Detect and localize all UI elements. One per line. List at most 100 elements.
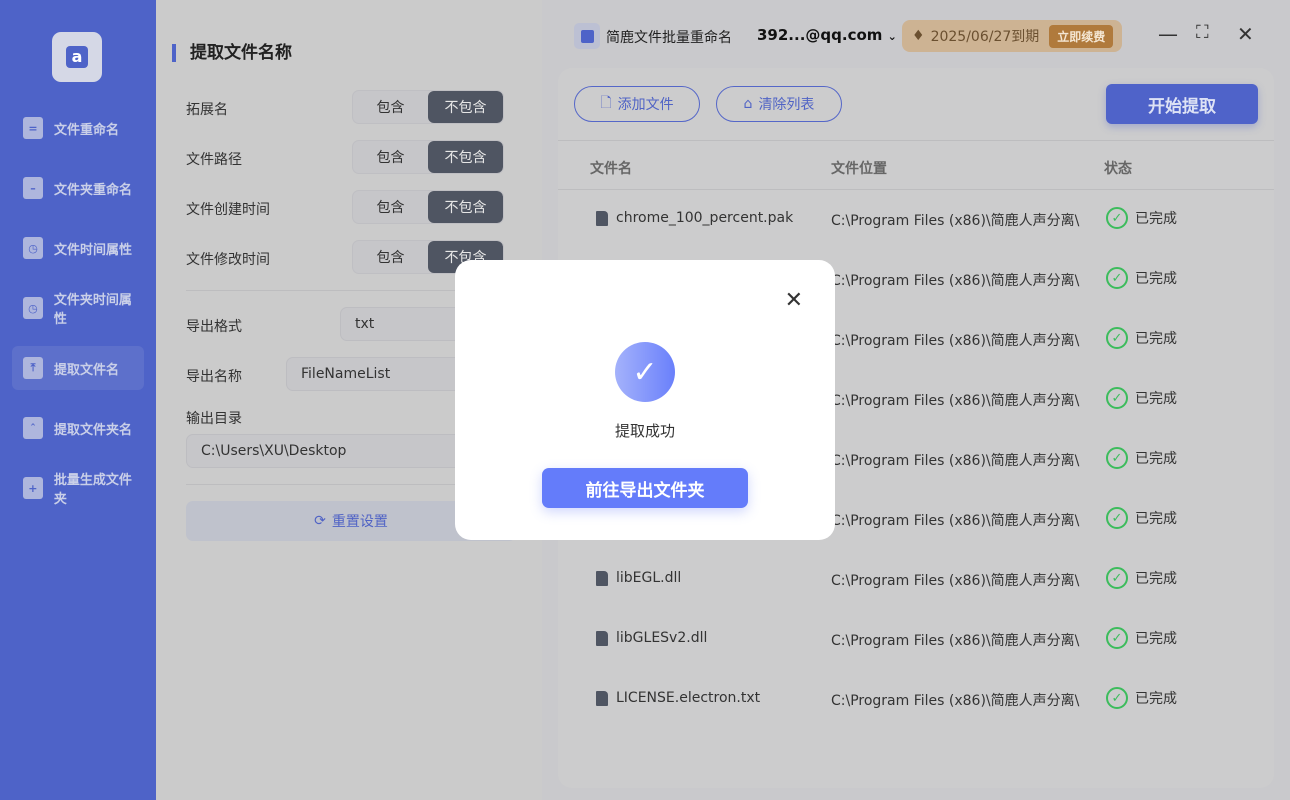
- include-option[interactable]: 包含: [353, 141, 428, 173]
- sidebar-item-label: 批量生成文件夹: [53, 473, 132, 507]
- open-output-folder-button[interactable]: 前往导出文件夹: [542, 468, 748, 508]
- table-row[interactable]: libGLESv2.dll C:\Program Files (x86)\简鹿人…: [558, 610, 1274, 670]
- sidebar-item-label: 文件重命名: [54, 122, 120, 138]
- start-extract-button[interactable]: 开始提取: [1106, 84, 1258, 124]
- option-label: 拓展名: [186, 102, 228, 118]
- check-circle-icon: ✓: [1106, 207, 1128, 229]
- status-text: 已完成: [1135, 451, 1177, 467]
- sidebar-item-label: 提取文件夹名: [54, 422, 133, 438]
- exclude-option[interactable]: 不包含: [428, 191, 503, 223]
- file-rename-icon: =: [23, 117, 43, 139]
- sidebar-item-6[interactable]: + 批量生成文件夹: [12, 466, 144, 510]
- divider: [558, 140, 1274, 141]
- status-text: 已完成: [1135, 331, 1177, 347]
- sidebar-item-0[interactable]: = 文件重命名: [12, 106, 144, 150]
- table-row[interactable]: LICENSE.electron.txt C:\Program Files (x…: [558, 670, 1274, 730]
- check-circle-icon: ✓: [1106, 387, 1128, 409]
- close-window-icon[interactable]: ✕: [1237, 22, 1254, 46]
- file-icon: [596, 690, 608, 706]
- app-logo: a: [52, 32, 102, 82]
- option-label: 文件创建时间: [186, 202, 270, 218]
- file-icon: [596, 630, 608, 646]
- file-name: libEGL.dll: [616, 570, 682, 586]
- status-text: 已完成: [1135, 571, 1177, 587]
- file-name: chrome_100_percent.pak: [616, 210, 794, 226]
- reset-label: 重置设置: [331, 514, 388, 530]
- check-circle-icon: ✓: [1106, 567, 1128, 589]
- file-location: C:\Program Files (x86)\简鹿人声分离\: [831, 513, 1080, 529]
- extract-file-icon: ⤒: [23, 357, 43, 379]
- expiry-text: 2025/06/27到期: [930, 29, 1040, 45]
- sidebar-item-label: 提取文件名: [54, 362, 120, 378]
- check-circle-icon: ✓: [1106, 627, 1128, 649]
- file-name: LICENSE.electron.txt: [616, 690, 761, 706]
- add-file-icon: 🗋: [600, 95, 612, 111]
- vip-badge: ♦ 2025/06/27到期 立即续费: [902, 20, 1122, 52]
- maximize-icon[interactable]: ⛶: [1196, 22, 1209, 43]
- add-file-button[interactable]: 🗋 添加文件: [574, 86, 700, 122]
- export-name-label: 导出名称: [186, 369, 242, 385]
- sidebar-item-1[interactable]: – 文件夹重命名: [12, 166, 144, 210]
- include-option[interactable]: 包含: [353, 191, 428, 223]
- check-circle-icon: ✓: [1106, 687, 1128, 709]
- status-text: 已完成: [1135, 391, 1177, 407]
- sidebar-item-5[interactable]: ˆ 提取文件夹名: [12, 406, 144, 450]
- check-circle-icon: ✓: [1106, 327, 1128, 349]
- refresh-icon: ⟳: [314, 513, 326, 529]
- file-location: C:\Program Files (x86)\简鹿人声分离\: [831, 213, 1080, 229]
- check-circle-icon: ✓: [1106, 507, 1128, 529]
- status-text: 已完成: [1135, 631, 1177, 647]
- sidebar-item-4[interactable]: ⤒ 提取文件名: [12, 346, 144, 390]
- sidebar-item-label: 文件时间属性: [54, 242, 133, 258]
- header-status: 状态: [1104, 161, 1132, 177]
- clear-list-button[interactable]: ⌂ 清除列表: [716, 86, 842, 122]
- file-icon: [596, 570, 608, 586]
- status-text: 已完成: [1135, 271, 1177, 287]
- add-file-label: 添加文件: [617, 97, 674, 113]
- sidebar-item-label: 文件夹时间属性: [53, 293, 132, 327]
- include-toggle: 包含 不包含: [352, 190, 504, 224]
- file-location: C:\Program Files (x86)\简鹿人声分离\: [831, 333, 1080, 349]
- header-location: 文件位置: [831, 161, 887, 177]
- file-time-icon: ◷: [23, 237, 43, 259]
- app-small-logo-icon: [574, 23, 600, 49]
- batch-folder-icon: +: [23, 477, 43, 499]
- status-text: 已完成: [1135, 691, 1177, 707]
- file-location: C:\Program Files (x86)\简鹿人声分离\: [831, 453, 1080, 469]
- file-location: C:\Program Files (x86)\简鹿人声分离\: [831, 273, 1080, 289]
- close-icon[interactable]: ✕: [785, 290, 803, 312]
- sidebar: a = 文件重命名 – 文件夹重命名 ◷ 文件时间属性 ◷ 文件夹时间属性 ⤒ 提取文件名 ˆ 提取文…: [0, 0, 156, 800]
- file-location: C:\Program Files (x86)\简鹿人声分离\: [831, 393, 1080, 409]
- option-label: 文件修改时间: [186, 252, 270, 268]
- file-location: C:\Program Files (x86)\简鹿人声分离\: [831, 573, 1080, 589]
- page-title: 提取文件名称: [172, 44, 292, 62]
- minimize-icon[interactable]: —: [1158, 22, 1178, 46]
- status-text: 已完成: [1135, 211, 1177, 227]
- broom-icon: ⌂: [743, 96, 753, 112]
- file-icon: [596, 210, 608, 226]
- exclude-option[interactable]: 不包含: [428, 91, 503, 123]
- success-check-icon: ✓: [615, 342, 675, 402]
- folder-time-icon: ◷: [23, 297, 43, 319]
- file-name: libGLESv2.dll: [616, 630, 708, 646]
- user-account-dropdown[interactable]: 392...@qq.com ⌄: [757, 26, 897, 44]
- sidebar-item-2[interactable]: ◷ 文件时间属性: [12, 226, 144, 270]
- header-filename: 文件名: [590, 161, 632, 177]
- renew-button[interactable]: 立即续费: [1049, 24, 1114, 48]
- include-option[interactable]: 包含: [353, 91, 428, 123]
- include-toggle: 包含 不包含: [352, 140, 504, 174]
- option-label: 文件路径: [186, 152, 242, 168]
- table-row[interactable]: chrome_100_percent.pak C:\Program Files …: [558, 190, 1274, 250]
- chevron-down-icon: ⌄: [887, 30, 897, 43]
- app-name: 简鹿文件批量重命名: [606, 30, 732, 46]
- include-toggle: 包含 不包含: [352, 90, 504, 124]
- include-option[interactable]: 包含: [353, 241, 428, 273]
- table-row[interactable]: libEGL.dll C:\Program Files (x86)\简鹿人声分离…: [558, 550, 1274, 610]
- success-dialog: ✕ ✓ 提取成功 前往导出文件夹: [455, 260, 835, 540]
- vip-icon: ♦: [912, 28, 925, 44]
- success-message: 提取成功: [614, 422, 675, 440]
- file-location: C:\Program Files (x86)\简鹿人声分离\: [831, 633, 1080, 649]
- exclude-option[interactable]: 不包含: [428, 141, 503, 173]
- sidebar-item-3[interactable]: ◷ 文件夹时间属性: [12, 286, 144, 330]
- sidebar-item-label: 文件夹重命名: [54, 182, 133, 198]
